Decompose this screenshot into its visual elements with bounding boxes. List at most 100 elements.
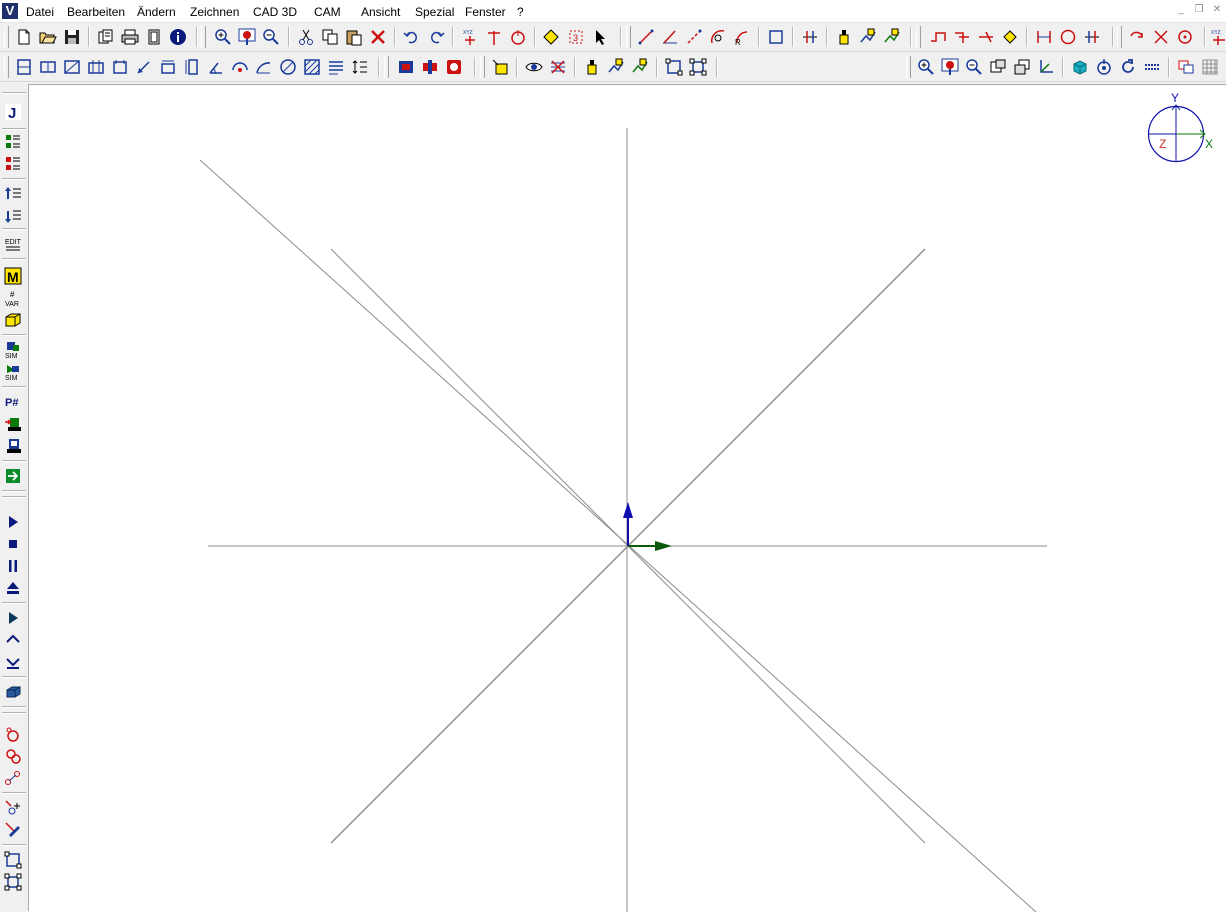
draw-line-button[interactable] <box>636 27 656 47</box>
trim-extend-button[interactable] <box>1082 27 1102 47</box>
move-up-button[interactable] <box>3 184 23 204</box>
menu-cam[interactable]: CAM <box>313 4 342 20</box>
new-file-button[interactable] <box>14 27 34 47</box>
restore-button[interactable]: ❐ <box>1190 3 1208 18</box>
arc-button[interactable] <box>708 27 728 47</box>
dimension-vertical-button[interactable] <box>38 57 58 77</box>
redo-button[interactable] <box>427 27 447 47</box>
view-zoom-window-button[interactable] <box>940 57 960 77</box>
toolbar-grip[interactable] <box>4 26 9 48</box>
snap-circle-button[interactable] <box>508 27 528 47</box>
toolbar-grip[interactable] <box>480 56 485 78</box>
paste-button[interactable] <box>344 27 364 47</box>
orientation-widget[interactable]: Y X Z <box>1147 91 1213 163</box>
toolpath-button[interactable] <box>606 57 626 77</box>
layer-list-red-button[interactable] <box>3 154 23 174</box>
distance-button[interactable] <box>1034 27 1054 47</box>
dimension-aligned-button[interactable] <box>62 57 82 77</box>
trim-button[interactable] <box>800 27 820 47</box>
toolbar-grip[interactable] <box>384 56 389 78</box>
dimension-angle-button[interactable] <box>206 57 226 77</box>
pointer-button[interactable] <box>590 27 610 47</box>
toolpath-alt-button[interactable] <box>630 57 650 77</box>
leader-button[interactable] <box>134 57 154 77</box>
page-preview-button[interactable] <box>144 27 164 47</box>
rectangle-button[interactable] <box>766 27 786 47</box>
grid-dots-button[interactable] <box>1142 57 1162 77</box>
layer-list-green-button[interactable] <box>3 132 23 152</box>
tool-path-alt-button[interactable] <box>882 27 902 47</box>
menu-zeichnen[interactable]: Zeichnen <box>189 4 240 20</box>
macro-button[interactable]: M <box>3 266 23 286</box>
view-pan-button[interactable] <box>988 57 1008 77</box>
view-zoom-out-button[interactable] <box>964 57 984 77</box>
chamfer-button[interactable] <box>976 27 996 47</box>
orbit-button[interactable] <box>1094 57 1114 77</box>
dimension-baseline-button[interactable] <box>110 57 130 77</box>
delete-point-button[interactable] <box>3 820 23 840</box>
toolbar-grip[interactable] <box>916 26 921 48</box>
mark-point-button[interactable] <box>1000 27 1020 47</box>
menu-ansicht[interactable]: Ansicht <box>360 4 401 20</box>
tool-select-button[interactable] <box>834 27 854 47</box>
drill-line-button[interactable] <box>3 768 23 788</box>
step-up-button[interactable] <box>3 630 23 650</box>
line-polar-button[interactable] <box>684 27 704 47</box>
ungroup-button[interactable] <box>688 57 708 77</box>
contour-button[interactable] <box>928 27 948 47</box>
view-iso-button[interactable] <box>1036 57 1056 77</box>
move-down-button[interactable] <box>3 206 23 226</box>
zoom-in-button[interactable] <box>213 27 233 47</box>
solid-view-button[interactable] <box>1070 57 1090 77</box>
zoom-out-button[interactable] <box>261 27 281 47</box>
center-point-button[interactable] <box>1175 27 1195 47</box>
toolbar-grip[interactable] <box>906 56 911 78</box>
save-button[interactable] <box>62 27 82 47</box>
line-spacing-button[interactable] <box>350 57 370 77</box>
rotate-select-button[interactable]: 3 <box>566 27 586 47</box>
drawing-svg[interactable]: Y X Z <box>29 85 1226 912</box>
hatch-button[interactable] <box>302 57 322 77</box>
coordinate-input-button[interactable]: XYZ <box>460 27 480 47</box>
text-block-button[interactable] <box>326 57 346 77</box>
copy-document-button[interactable] <box>96 27 116 47</box>
select-ungroup-button[interactable] <box>3 872 23 892</box>
step-play-button[interactable] <box>3 608 23 628</box>
variables-button[interactable]: # VAR <box>3 288 23 308</box>
rotate-button[interactable] <box>1127 27 1147 47</box>
info-button[interactable] <box>168 27 188 47</box>
copy-button[interactable] <box>320 27 340 47</box>
simulation-button[interactable]: SIM <box>3 340 23 360</box>
toolbar-grip[interactable] <box>626 26 631 48</box>
zoom-window-button[interactable] <box>237 27 257 47</box>
layer-red-button[interactable] <box>420 57 440 77</box>
open-file-button[interactable] <box>38 27 58 47</box>
coordinate-xyz-button[interactable]: XYZ <box>1208 27 1226 47</box>
parameter-button[interactable]: P# <box>3 392 23 412</box>
toolbar-grip[interactable] <box>201 26 206 48</box>
cut-button[interactable] <box>296 27 316 47</box>
edit-button[interactable]: EDIT <box>3 234 23 254</box>
radius-arc-button[interactable]: R <box>732 27 752 47</box>
view-previous-button[interactable] <box>1012 57 1032 77</box>
dimension-width-button[interactable] <box>158 57 178 77</box>
exit-button[interactable] <box>3 466 23 486</box>
print-button[interactable] <box>120 27 140 47</box>
machine-button[interactable] <box>3 436 23 456</box>
play-button[interactable] <box>3 512 23 532</box>
dimension-arc-button[interactable] <box>254 57 274 77</box>
hide-button[interactable] <box>548 57 568 77</box>
menu-help[interactable]: ? <box>516 4 525 20</box>
dimension-radius-button[interactable] <box>230 57 250 77</box>
view-zoom-in-button[interactable] <box>916 57 936 77</box>
visibility-button[interactable] <box>524 57 544 77</box>
step-contour-button[interactable] <box>952 27 972 47</box>
undo-button[interactable] <box>401 27 421 47</box>
close-button[interactable]: ✕ <box>1208 3 1226 18</box>
group-button[interactable] <box>664 57 684 77</box>
stop-button[interactable] <box>3 534 23 554</box>
tool-button[interactable] <box>582 57 602 77</box>
line-angle-button[interactable] <box>660 27 680 47</box>
layer-manager-button[interactable] <box>490 57 510 77</box>
minimize-button[interactable]: _ <box>1172 3 1190 18</box>
